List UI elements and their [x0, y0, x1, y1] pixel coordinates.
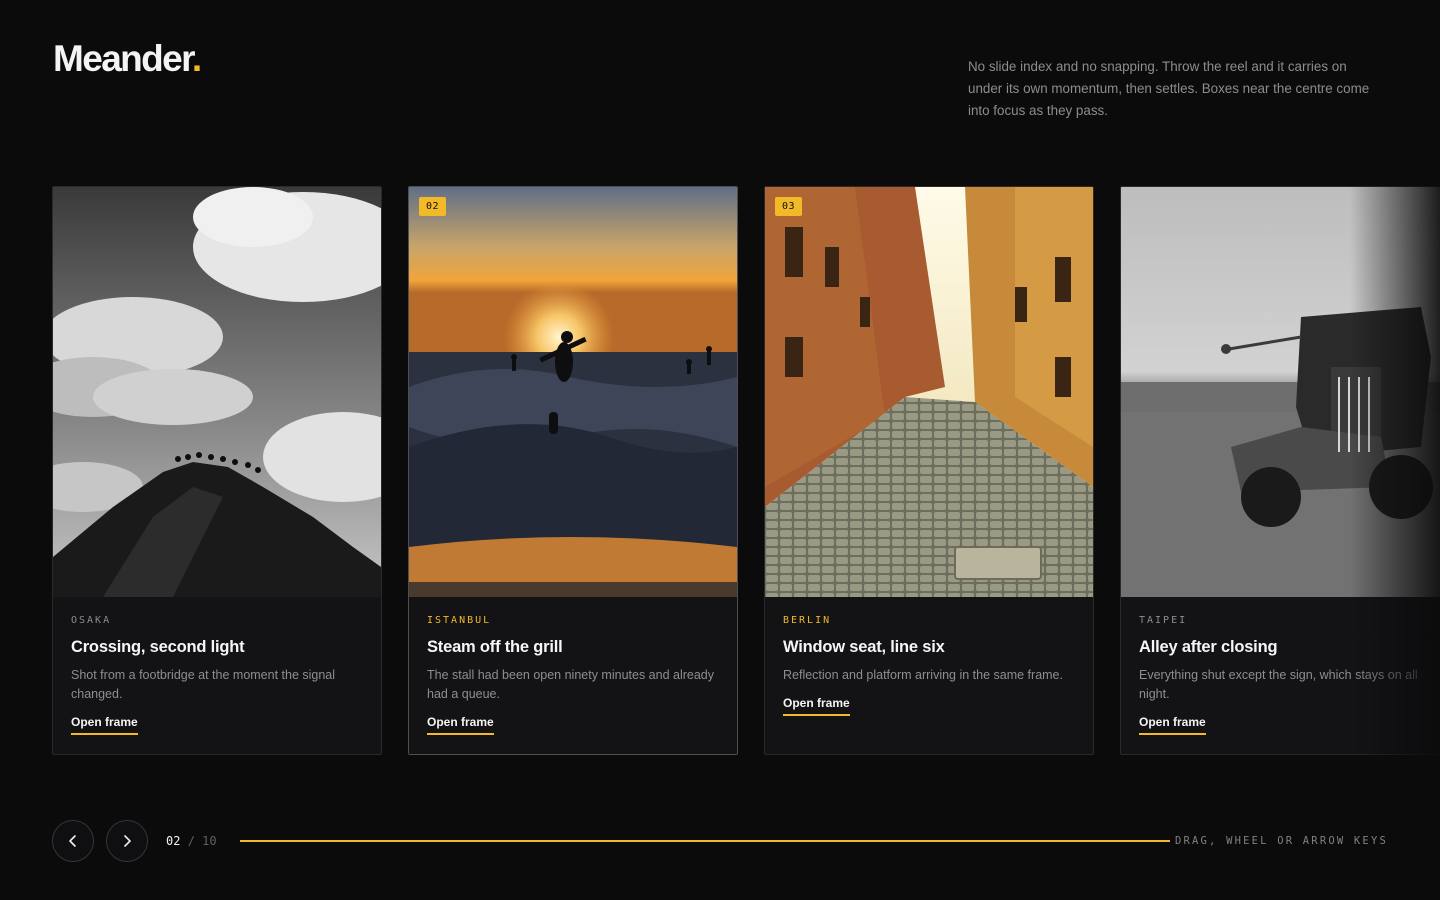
counter-current: 02 — [166, 834, 181, 848]
slide-index-badge: 02 — [419, 197, 447, 216]
photo-old-truck — [1121, 187, 1440, 597]
card-osaka[interactable]: OSAKA Crossing, second light Shot from a… — [52, 186, 382, 755]
slide-counter: 02 / 10 — [166, 834, 217, 848]
open-frame-link[interactable]: Open frame — [783, 696, 850, 716]
card-photo: 02 — [409, 187, 737, 597]
counter-total: 10 — [202, 834, 217, 848]
brand-dot: . — [191, 38, 202, 79]
photo-skatepark-sunset — [409, 187, 737, 597]
card-description: Shot from a footbridge at the moment the… — [71, 668, 336, 701]
card-title: Window seat, line six — [783, 638, 945, 656]
card-istanbul[interactable]: 02 ISTANBUL Steam off the grill The stal… — [408, 186, 738, 755]
card-city: OSAKA — [71, 615, 112, 626]
interaction-hint: DRAG, WHEEL OR ARROW KEYS — [1174, 835, 1388, 847]
photo-mountain-clouds — [53, 187, 381, 597]
open-frame-link[interactable]: Open frame — [427, 715, 494, 735]
chevron-left-icon — [69, 835, 76, 847]
chevron-right-icon — [124, 835, 131, 847]
card-photo — [1121, 187, 1440, 597]
card-title: Crossing, second light — [71, 638, 245, 656]
intro-text: No slide index and no snapping. Throw th… — [968, 59, 1370, 118]
progress-track — [240, 840, 1170, 842]
next-button[interactable] — [106, 820, 148, 862]
card-city: ISTANBUL — [427, 615, 492, 626]
brand-name: Meander — [53, 38, 194, 79]
card-title: Alley after closing — [1139, 638, 1278, 656]
prev-button[interactable] — [52, 820, 94, 862]
card-title: Steam off the grill — [427, 638, 563, 656]
brand-logo: Meander. — [53, 38, 202, 80]
card-photo — [53, 187, 381, 597]
open-frame-link[interactable]: Open frame — [71, 715, 138, 735]
card-photo: 03 — [765, 187, 1093, 597]
card-description: Reflection and platform arriving in the … — [783, 668, 1063, 682]
card-description: Everything shut except the sign, which s… — [1139, 668, 1418, 701]
card-description: The stall had been open ninety minutes a… — [427, 668, 714, 701]
photo-cobbled-alley — [765, 187, 1093, 597]
slide-index-badge: 03 — [775, 197, 803, 216]
card-taipei[interactable]: TAIPEI Alley after closing Everything sh… — [1120, 186, 1440, 755]
card-city: BERLIN — [783, 615, 832, 626]
open-frame-link[interactable]: Open frame — [1139, 715, 1206, 735]
progress-fill — [240, 840, 1170, 842]
counter-separator: / — [187, 834, 195, 848]
card-city: TAIPEI — [1139, 615, 1188, 626]
card-reel[interactable]: OSAKA Crossing, second light Shot from a… — [0, 186, 1440, 756]
card-berlin[interactable]: 03 BERLIN Window seat, line six Reflecti… — [764, 186, 1094, 755]
